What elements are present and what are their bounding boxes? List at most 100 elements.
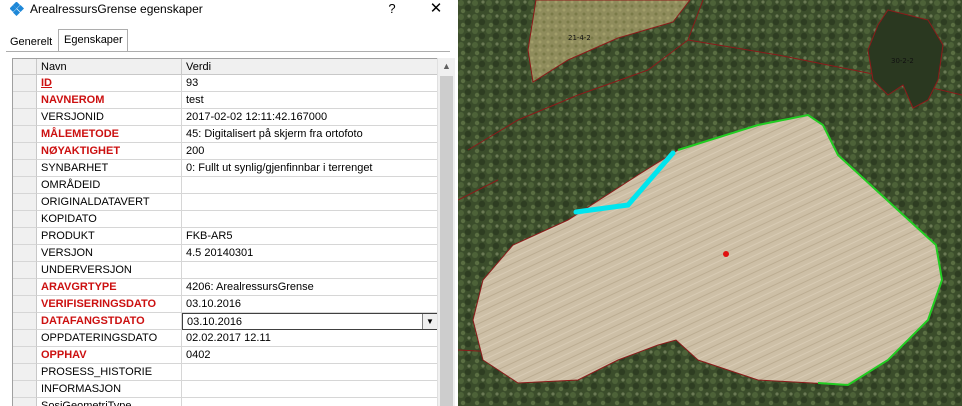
grid-row[interactable]: NAVNEROM test <box>13 92 438 109</box>
properties-panel: Navn Verdi ID 93 NAVNEROM test VERSJONID 2017… <box>6 51 455 406</box>
property-value[interactable]: 03.10.2016 ▼ <box>182 313 438 330</box>
property-value[interactable]: 2017-02-02 12:11:42.167000 <box>182 109 438 126</box>
property-name[interactable]: ID <box>37 75 182 92</box>
column-header-value[interactable]: Verdi <box>182 59 438 75</box>
map-label: 21-4-2 <box>568 34 591 42</box>
property-name[interactable]: ARAVGRTYPE <box>37 279 182 296</box>
help-button[interactable]: ? <box>382 0 402 18</box>
property-value[interactable]: 4.5 20140301 <box>182 245 438 262</box>
property-value[interactable]: 45: Digitalisert på skjerm fra ortofoto <box>182 126 438 143</box>
row-gutter <box>13 381 37 398</box>
property-value[interactable] <box>182 211 438 228</box>
close-button[interactable]: ✕ <box>424 0 448 18</box>
property-name[interactable]: OPPHAV <box>37 347 182 364</box>
property-value[interactable]: test <box>182 92 438 109</box>
vertical-scrollbar[interactable]: ▲ <box>437 58 455 406</box>
property-value[interactable]: 02.02.2017 12.11 <box>182 330 438 347</box>
property-value[interactable] <box>182 398 438 406</box>
map-label: 30-2-2 <box>891 57 914 65</box>
dropdown-arrow-icon[interactable]: ▼ <box>422 314 437 329</box>
property-value[interactable]: 0402 <box>182 347 438 364</box>
property-value-text: 4.5 20140301 <box>186 247 254 259</box>
grid-row[interactable]: ARAVGRTYPE 4206: ArealressursGrense <box>13 279 438 296</box>
property-value[interactable] <box>182 364 438 381</box>
grid-row[interactable]: VERIFISERINGSDATO 03.10.2016 <box>13 296 438 313</box>
tab-generelt[interactable]: Generelt <box>6 33 56 51</box>
property-value[interactable]: 03.10.2016 <box>182 296 438 313</box>
property-value-text: 93 <box>186 77 199 89</box>
property-name[interactable]: UNDERVERSJON <box>37 262 182 279</box>
grid-row[interactable]: INFORMASJON <box>13 381 438 398</box>
grid-row[interactable]: SYNBARHET 0: Fullt ut synlig/gjenfinnbar … <box>13 160 438 177</box>
property-value[interactable]: 0: Fullt ut synlig/gjenfinnbar i terreng… <box>182 160 438 177</box>
property-value-text: 02.02.2017 12.11 <box>186 332 271 344</box>
grid-row[interactable]: ID 93 <box>13 75 438 92</box>
property-value-text: 2017-02-02 12:11:42.167000 <box>186 111 328 123</box>
property-name[interactable]: DATAFANGSTDATO <box>37 313 182 330</box>
row-gutter <box>13 262 37 279</box>
row-gutter <box>13 126 37 143</box>
grid-row[interactable]: DATAFANGSTDATO 03.10.2016 ▼ <box>13 313 438 330</box>
row-gutter <box>13 211 37 228</box>
grid-row[interactable]: SosiGeometriType <box>13 398 438 406</box>
property-name[interactable]: MÅLEMETODE <box>37 126 182 143</box>
row-gutter <box>13 347 37 364</box>
property-name[interactable]: NAVNEROM <box>37 92 182 109</box>
row-gutter <box>13 313 37 330</box>
row-gutter <box>13 228 37 245</box>
property-value[interactable] <box>182 194 438 211</box>
grid-row[interactable]: VERSJONID 2017-02-02 12:11:42.167000 <box>13 109 438 126</box>
row-gutter <box>13 245 37 262</box>
property-name[interactable]: PROSESS_HISTORIE <box>37 364 182 381</box>
row-gutter <box>13 75 37 92</box>
property-value[interactable] <box>182 177 438 194</box>
grid-row[interactable]: OPPHAV 0402 <box>13 347 438 364</box>
property-name[interactable]: OPPDATERINGSDATO <box>37 330 182 347</box>
column-header-name[interactable]: Navn <box>37 59 182 75</box>
property-value-text: 03.10.2016 <box>187 316 243 328</box>
scroll-thumb[interactable] <box>440 76 453 406</box>
grid-row[interactable]: NØYAKTIGHET 200 <box>13 143 438 160</box>
property-name[interactable]: KOPIDATO <box>37 211 182 228</box>
properties-dialog: ArealressursGrense egenskaper ? ✕ Genere… <box>0 0 458 406</box>
title-bar: ArealressursGrense egenskaper ? ✕ <box>0 0 458 18</box>
property-value[interactable] <box>182 262 438 279</box>
property-value-text: 03.10.2016 <box>186 298 242 310</box>
row-gutter <box>13 296 37 313</box>
grid-row[interactable]: VERSJON 4.5 20140301 <box>13 245 438 262</box>
property-name[interactable]: PRODUKT <box>37 228 182 245</box>
property-name[interactable]: SosiGeometriType <box>37 398 182 406</box>
diamond-app-icon <box>10 2 24 16</box>
property-value[interactable]: 200 <box>182 143 438 160</box>
property-name[interactable]: NØYAKTIGHET <box>37 143 182 160</box>
row-gutter <box>13 364 37 381</box>
property-name[interactable]: SYNBARHET <box>37 160 182 177</box>
orthophoto-map[interactable]: 21-4-2 30-2-2 <box>458 0 962 406</box>
window-title: ArealressursGrense egenskaper <box>30 2 203 16</box>
property-value[interactable]: 93 <box>182 75 438 92</box>
property-name[interactable]: VERSJON <box>37 245 182 262</box>
property-value-text: 4206: ArealressursGrense <box>186 281 314 293</box>
tab-egenskaper[interactable]: Egenskaper <box>58 29 128 52</box>
grid-row[interactable]: OMRÅDEID <box>13 177 438 194</box>
row-gutter <box>13 92 37 109</box>
property-value[interactable]: 4206: ArealressursGrense <box>182 279 438 296</box>
grid-row[interactable]: OPPDATERINGSDATO 02.02.2017 12.11 <box>13 330 438 347</box>
centroid-point[interactable] <box>723 251 729 257</box>
property-name[interactable]: ORIGINALDATAVERT <box>37 194 182 211</box>
scroll-up-arrow-icon[interactable]: ▲ <box>438 58 455 75</box>
property-name[interactable]: VERSJONID <box>37 109 182 126</box>
grid-row[interactable]: UNDERVERSJON <box>13 262 438 279</box>
property-value[interactable]: FKB-AR5 <box>182 228 438 245</box>
row-gutter <box>13 279 37 296</box>
property-value[interactable] <box>182 381 438 398</box>
property-name[interactable]: OMRÅDEID <box>37 177 182 194</box>
property-name[interactable]: VERIFISERINGSDATO <box>37 296 182 313</box>
property-name[interactable]: INFORMASJON <box>37 381 182 398</box>
map-view[interactable]: 21-4-2 30-2-2 <box>458 0 962 406</box>
grid-row[interactable]: PROSESS_HISTORIE <box>13 364 438 381</box>
grid-row[interactable]: ORIGINALDATAVERT <box>13 194 438 211</box>
grid-row[interactable]: PRODUKT FKB-AR5 <box>13 228 438 245</box>
grid-row[interactable]: MÅLEMETODE 45: Digitalisert på skjerm fra… <box>13 126 438 143</box>
grid-row[interactable]: KOPIDATO <box>13 211 438 228</box>
